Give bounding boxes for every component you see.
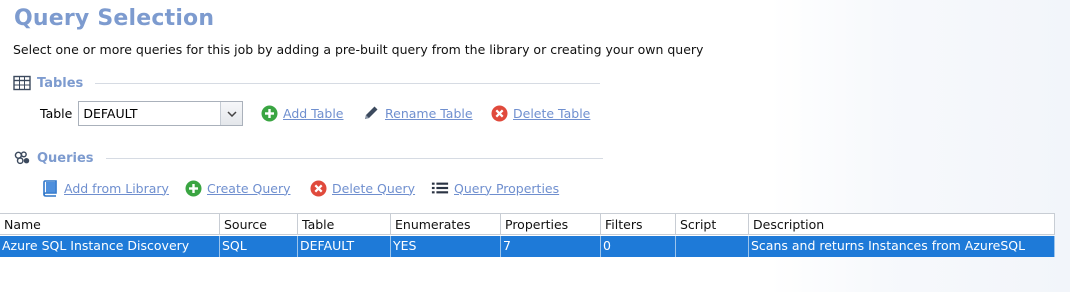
query-properties-button[interactable]: Query Properties: [431, 179, 559, 197]
page-subtitle: Select one or more queries for this job …: [13, 42, 704, 57]
create-query-button[interactable]: Create Query: [184, 179, 291, 197]
column-header-properties[interactable]: Properties: [501, 214, 601, 234]
cell-table: DEFAULT: [298, 236, 391, 257]
delete-icon: [309, 179, 327, 197]
query-properties-label: Query Properties: [454, 180, 560, 196]
grid-header-row: Name Source Table Enumerates Properties …: [0, 213, 1055, 235]
table-select-value: DEFAULT: [83, 106, 138, 121]
add-from-library-button[interactable]: Add from Library: [41, 179, 169, 197]
book-icon: [41, 179, 59, 197]
section-divider: [105, 157, 603, 159]
delete-table-label: Delete Table: [513, 105, 591, 121]
column-header-name[interactable]: Name: [0, 214, 220, 234]
table-row[interactable]: Azure SQL Instance Discovery SQL DEFAULT…: [0, 236, 1055, 257]
column-header-filters[interactable]: Filters: [601, 214, 676, 234]
delete-query-label: Delete Query: [332, 180, 416, 196]
cell-name: Azure SQL Instance Discovery: [0, 236, 220, 257]
chevron-down-icon[interactable]: [220, 102, 243, 125]
delete-query-button[interactable]: Delete Query: [309, 179, 415, 197]
pencil-icon: [362, 104, 380, 122]
table-label: Table: [40, 106, 73, 121]
cell-enumerates: YES: [391, 236, 501, 257]
queries-section-label: Queries: [37, 150, 94, 166]
table-grid-icon: [13, 74, 31, 92]
cell-description: Scans and returns Instances from AzureSQ…: [749, 236, 1055, 257]
tables-section-label: Tables: [37, 75, 84, 91]
column-header-source[interactable]: Source: [220, 214, 298, 234]
column-header-script[interactable]: Script: [676, 214, 749, 234]
rename-table-label: Rename Table: [385, 105, 473, 121]
delete-table-button[interactable]: Delete Table: [490, 104, 590, 122]
table-select[interactable]: DEFAULT: [78, 101, 244, 126]
delete-icon: [490, 104, 508, 122]
query-grid: Name Source Table Enumerates Properties …: [0, 213, 1055, 257]
cell-filters: 0: [601, 236, 676, 257]
column-header-table[interactable]: Table: [298, 214, 391, 234]
column-header-enumerates[interactable]: Enumerates: [391, 214, 501, 234]
cell-source: SQL: [220, 236, 298, 257]
queries-icon: [13, 149, 31, 167]
add-icon: [184, 179, 202, 197]
add-from-library-label: Add from Library: [64, 180, 169, 196]
section-divider: [95, 82, 601, 84]
cell-properties: 7: [501, 236, 601, 257]
column-header-description[interactable]: Description: [749, 214, 1055, 234]
rename-table-button[interactable]: Rename Table: [362, 104, 473, 122]
add-icon: [260, 104, 278, 122]
create-query-label: Create Query: [207, 180, 291, 196]
cell-script: [676, 236, 749, 257]
add-table-label: Add Table: [283, 105, 344, 121]
list-icon: [431, 179, 449, 197]
table-selector-row: Table DEFAULT: [40, 101, 244, 126]
queries-section-header: Queries: [13, 149, 603, 167]
add-table-button[interactable]: Add Table: [260, 104, 344, 122]
page-title: Query Selection: [14, 6, 215, 31]
tables-section-header: Tables: [13, 74, 601, 92]
